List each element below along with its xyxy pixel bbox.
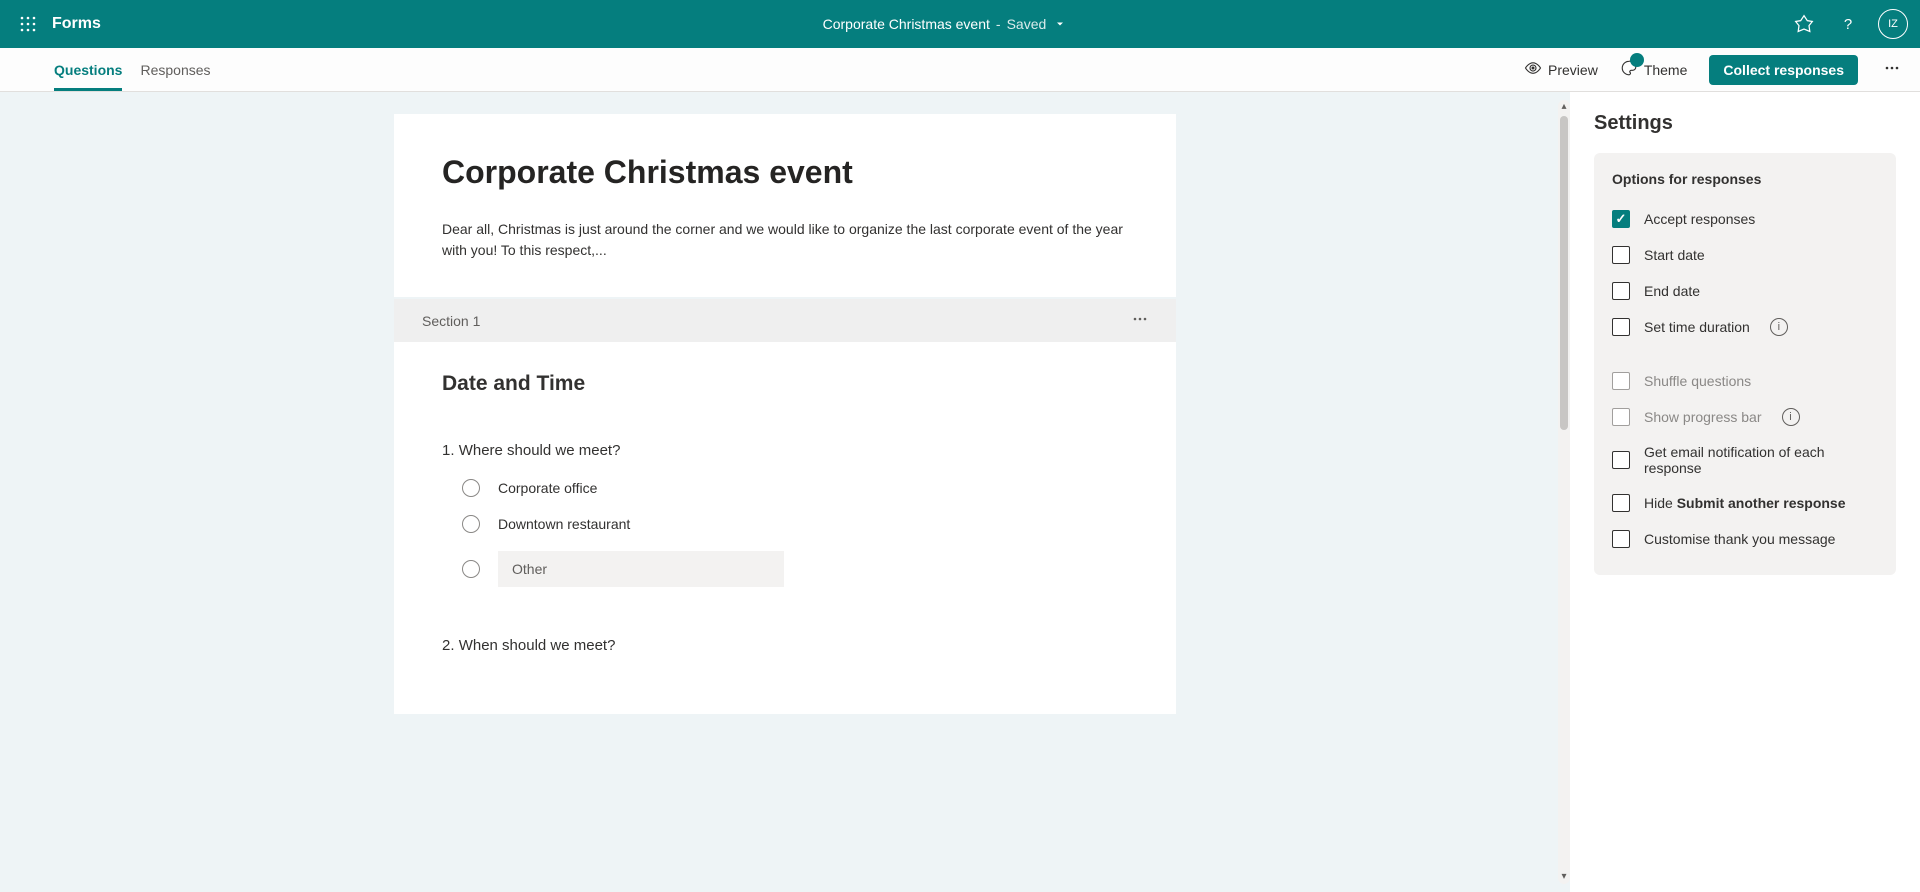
checkbox-icon[interactable]	[1612, 246, 1630, 264]
settings-sidebar: Settings Options for responses Accept re…	[1570, 92, 1920, 892]
svg-text:?: ?	[1844, 16, 1852, 33]
help-icon[interactable]: ?	[1834, 10, 1862, 38]
theme-label: Theme	[1644, 62, 1688, 78]
q-prefix: 1.	[442, 442, 455, 459]
canvas-area: Corporate Christmas event Dear all, Chri…	[0, 92, 1570, 892]
setting-accept-responses[interactable]: Accept responses	[1612, 201, 1878, 237]
setting-label: End date	[1644, 283, 1700, 299]
scroll-down-icon[interactable]: ▾	[1558, 870, 1570, 884]
palette-icon	[1620, 59, 1638, 80]
form-title[interactable]: Corporate Christmas event	[442, 154, 1128, 191]
toolbar-actions: Preview Theme Collect responses	[1524, 55, 1904, 85]
setting-label: Accept responses	[1644, 211, 1755, 227]
setting-label: Start date	[1644, 247, 1705, 263]
option-other-row[interactable]: Other	[462, 551, 1128, 587]
account-avatar[interactable]: IZ	[1878, 9, 1908, 39]
setting-label: Shuffle questions	[1644, 373, 1751, 389]
setting-shuffle-questions[interactable]: Shuffle questions	[1612, 363, 1878, 399]
collect-responses-button[interactable]: Collect responses	[1709, 55, 1858, 85]
section-more-icon[interactable]	[1132, 311, 1148, 330]
info-icon[interactable]: i	[1782, 408, 1800, 426]
app-launcher-icon[interactable]	[12, 8, 44, 40]
status-sep: -	[996, 16, 1001, 32]
section-title[interactable]: Date and Time	[442, 372, 1128, 396]
q-label: When should we meet?	[459, 637, 616, 654]
save-status: Saved	[1007, 16, 1047, 32]
form-description[interactable]: Dear all, Christmas is just around the c…	[442, 219, 1128, 261]
app-header: Forms Corporate Christmas event - Saved …	[0, 0, 1920, 48]
setting-time-duration[interactable]: Set time duration i	[1612, 309, 1878, 345]
eye-icon	[1524, 59, 1542, 80]
radio-icon[interactable]	[462, 560, 480, 578]
setting-end-date[interactable]: End date	[1612, 273, 1878, 309]
other-input[interactable]: Other	[498, 551, 784, 587]
section-label[interactable]: Section 1	[422, 313, 480, 329]
checkbox-icon[interactable]	[1612, 318, 1630, 336]
preview-label: Preview	[1548, 62, 1598, 78]
checkbox-icon[interactable]	[1612, 408, 1630, 426]
workspace: Corporate Christmas event Dear all, Chri…	[0, 92, 1920, 892]
setting-label: Get email notification of each response	[1644, 444, 1878, 476]
header-center: Corporate Christmas event - Saved	[101, 16, 1790, 32]
question-text: 1. Where should we meet?	[442, 442, 1128, 459]
tab-questions[interactable]: Questions	[54, 48, 122, 91]
checkbox-icon[interactable]	[1612, 494, 1630, 512]
scroll-up-icon[interactable]: ▴	[1558, 100, 1570, 114]
scroll-thumb[interactable]	[1560, 116, 1568, 430]
setting-custom-thanks[interactable]: Customise thank you message	[1612, 521, 1878, 557]
option-row[interactable]: Downtown restaurant	[462, 515, 1128, 533]
label-part-bold: Submit another response	[1677, 495, 1846, 511]
checkbox-icon[interactable]	[1612, 451, 1630, 469]
question-1[interactable]: 1. Where should we meet? Corporate offic…	[442, 442, 1128, 587]
premium-icon[interactable]	[1790, 10, 1818, 38]
main-tabs: Questions Responses	[54, 48, 211, 91]
preview-button[interactable]: Preview	[1524, 59, 1598, 80]
checkbox-icon[interactable]	[1612, 372, 1630, 390]
checkbox-icon[interactable]	[1612, 530, 1630, 548]
setting-hide-submit-another[interactable]: Hide Submit another response	[1612, 485, 1878, 521]
header-right: ? IZ	[1790, 9, 1908, 39]
option-label: Corporate office	[498, 480, 597, 496]
app-name[interactable]: Forms	[52, 15, 101, 33]
question-text: 2. When should we meet?	[442, 637, 1128, 654]
section-card: Date and Time 1. Where should we meet? C…	[394, 342, 1176, 714]
label-part: Hide	[1644, 495, 1677, 511]
section-bar: Section 1	[394, 299, 1176, 342]
option-label: Downtown restaurant	[498, 516, 630, 532]
info-icon[interactable]: i	[1770, 318, 1788, 336]
option-row[interactable]: Corporate office	[462, 479, 1128, 497]
title-card[interactable]: Corporate Christmas event Dear all, Chri…	[394, 114, 1176, 297]
setting-progress-bar[interactable]: Show progress bar i	[1612, 399, 1878, 435]
more-options-icon[interactable]	[1880, 56, 1904, 83]
vertical-scrollbar[interactable]: ▴ ▾	[1558, 100, 1570, 884]
q-label: Where should we meet?	[459, 442, 621, 459]
setting-email-notification[interactable]: Get email notification of each response	[1612, 435, 1878, 485]
q-prefix: 2.	[442, 637, 455, 654]
radio-icon[interactable]	[462, 479, 480, 497]
settings-title: Settings	[1594, 112, 1896, 135]
setting-label: Set time duration	[1644, 319, 1750, 335]
theme-badge	[1630, 53, 1644, 67]
setting-start-date[interactable]: Start date	[1612, 237, 1878, 273]
question-2[interactable]: 2. When should we meet?	[442, 637, 1128, 654]
tab-responses[interactable]: Responses	[140, 48, 210, 91]
setting-label: Hide Submit another response	[1644, 495, 1846, 511]
chevron-down-icon[interactable]	[1052, 16, 1068, 32]
setting-label: Show progress bar	[1644, 409, 1762, 425]
setting-label: Customise thank you message	[1644, 531, 1835, 547]
header-form-title[interactable]: Corporate Christmas event	[823, 16, 990, 32]
toolbar: Questions Responses Preview Theme Collec…	[0, 48, 1920, 92]
options-list: Corporate office Downtown restaurant Oth…	[442, 479, 1128, 587]
settings-panel: Options for responses Accept responses S…	[1594, 153, 1896, 575]
theme-button[interactable]: Theme	[1620, 59, 1688, 80]
panel-section-title: Options for responses	[1612, 171, 1878, 187]
radio-icon[interactable]	[462, 515, 480, 533]
checkbox-icon[interactable]	[1612, 282, 1630, 300]
checkbox-icon[interactable]	[1612, 210, 1630, 228]
